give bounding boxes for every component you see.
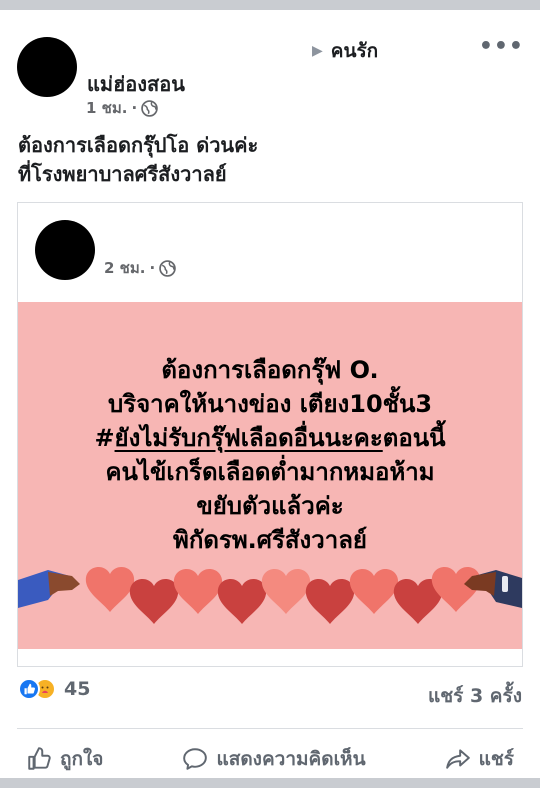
share-icon	[445, 749, 470, 769]
heart-icon	[85, 567, 135, 612]
action-bar: ถูกใจ แสดงความคิดเห็น แชร์	[0, 739, 540, 779]
shared-post-image[interactable]: ต้องการเลือดกรุ๊ฟ O. บริจาคให้นางข่อง เต…	[18, 302, 522, 649]
reactions-summary[interactable]: 45	[18, 678, 90, 700]
post-message-line: ต้องการเลือดกรุ๊ปโอ ด่วนค่ะ	[18, 133, 259, 157]
author-avatar[interactable]	[17, 37, 77, 97]
image-text-line: พิกัดรพ.ศรีสังวาลย์	[173, 526, 367, 554]
like-reaction-icon	[18, 678, 40, 700]
target-group-name[interactable]: คนรัก	[331, 36, 378, 66]
hashtag-underlined: ยังไม่รับกรุ๊ฟเลือดอื่นนะคะ	[114, 424, 383, 452]
image-text: ต้องการเลือดกรุ๊ฟ O. บริจาคให้นางข่อง เต…	[18, 353, 522, 557]
image-text-line: บริจาคให้นางข่อง เตียง10ชั้น3	[107, 390, 433, 418]
hearts-illustration	[18, 567, 522, 624]
meta-separator: ·	[131, 99, 138, 117]
heart-icon	[173, 569, 223, 614]
heart-icon	[305, 579, 355, 624]
image-text-line: ต้องการเลือดกรุ๊ฟ O.	[161, 356, 379, 384]
image-text-line: ขยับตัวแล้วค่ะ	[196, 492, 344, 520]
shared-post[interactable]: 2 ชม. · ต้องการเลือดกรุ๊ฟ O. บริจาคให้นา…	[17, 202, 523, 667]
more-options-button[interactable]: •••	[479, 34, 524, 59]
arrow-right-icon: ▶	[312, 43, 323, 59]
globe-icon	[141, 99, 158, 117]
image-text-line: #ยังไม่รับกรุ๊ฟเลือดอื่นนะคะตอนนี้	[18, 421, 522, 455]
divider	[17, 728, 523, 729]
shared-post-meta: 2 ชม. ·	[104, 256, 176, 280]
share-count[interactable]: แชร์ 3 ครั้ง	[428, 681, 522, 711]
watch-icon	[502, 576, 508, 592]
post-message: ต้องการเลือดกรุ๊ปโอ ด่วนค่ะ ที่โรงพยาบาล…	[18, 131, 258, 189]
post-card: แม่ฮ่องสอน ▶ คนรัก ••• 1 ชม. · ต้องการเล…	[0, 10, 540, 778]
hashtag-rest: ตอนนี้	[382, 424, 446, 452]
meta-separator: ·	[149, 259, 156, 277]
hashtag-symbol: #	[94, 424, 115, 452]
post-message-line: ที่โรงพยาบาลศรีสังวาลย์	[18, 162, 227, 186]
shared-post-timestamp[interactable]: 2 ชม.	[104, 256, 145, 280]
like-icon	[28, 747, 51, 770]
heart-icon	[349, 569, 399, 614]
heart-icon	[261, 569, 311, 614]
like-button[interactable]: ถูกใจ	[26, 739, 103, 779]
reaction-count: 45	[64, 678, 91, 700]
comment-icon	[183, 748, 208, 770]
post-timestamp[interactable]: 1 ชม.	[86, 96, 127, 120]
left-palm-icon	[48, 572, 80, 596]
target-group[interactable]: ▶ คนรัก	[312, 36, 378, 66]
shared-author-avatar[interactable]	[35, 220, 95, 280]
globe-icon	[159, 259, 176, 277]
heart-icon	[217, 579, 267, 624]
comment-label: แสดงความคิดเห็น	[216, 748, 366, 770]
share-label: แชร์	[478, 748, 514, 770]
post-meta: 1 ชม. ·	[86, 96, 158, 120]
image-text-line: คนไข้เกร็ดเลือดต่ำมากหมอห้าม	[105, 458, 435, 486]
comment-button[interactable]: แสดงความคิดเห็น	[182, 739, 366, 779]
heart-icon	[129, 579, 179, 624]
like-label: ถูกใจ	[60, 748, 104, 770]
share-button[interactable]: แชร์	[445, 739, 514, 779]
